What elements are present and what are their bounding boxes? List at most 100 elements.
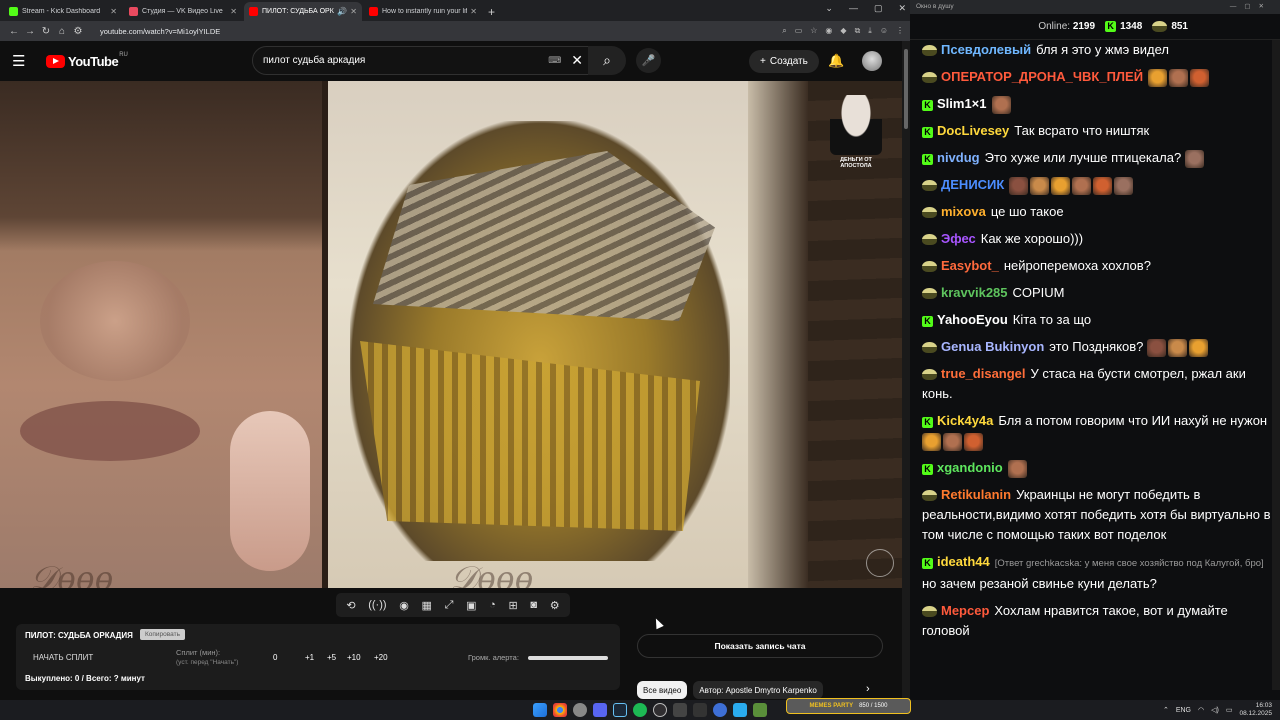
- url-field[interactable]: youtube.com/watch?v=Mi1oylYILDE: [100, 27, 782, 36]
- download-icon[interactable]: ⤓: [868, 26, 872, 36]
- close-tab-icon[interactable]: ✕: [110, 7, 117, 16]
- close-tab-icon[interactable]: ✕: [230, 7, 237, 16]
- site-info-icon[interactable]: ⚙: [70, 26, 86, 37]
- clock[interactable]: 16:03 08.12.2025: [1239, 702, 1272, 718]
- spotify-icon[interactable]: [633, 703, 647, 717]
- chevron-right-icon[interactable]: ›: [866, 683, 870, 695]
- chat-username[interactable]: true_disangel: [941, 366, 1026, 381]
- volume-icon[interactable]: ◁): [1211, 706, 1219, 714]
- extension-icon[interactable]: ◉: [825, 26, 832, 36]
- battery-icon[interactable]: ▭: [1226, 706, 1233, 714]
- close-window-icon[interactable]: ✕: [898, 3, 906, 14]
- chat-username[interactable]: Псевдолевый: [941, 42, 1031, 57]
- forward-icon[interactable]: →: [22, 26, 38, 37]
- reload-icon[interactable]: ↻: [38, 26, 54, 37]
- obs-icon[interactable]: [653, 703, 667, 717]
- audio-icon[interactable]: 🔊: [337, 7, 347, 16]
- account-avatar[interactable]: [862, 51, 882, 71]
- broadcast-icon[interactable]: ((·)): [368, 599, 386, 611]
- resize-icon[interactable]: ⤢: [445, 599, 454, 612]
- search-button[interactable]: ⌕: [588, 46, 626, 75]
- tab-vk-studio[interactable]: Студия — VK Видео Live ✕: [124, 2, 242, 21]
- settings-gear-icon[interactable]: ⚙: [550, 599, 560, 612]
- loop-icon[interactable]: ⟲: [346, 599, 355, 612]
- chat-username[interactable]: xgandonio: [937, 460, 1003, 475]
- chat-scrollbar[interactable]: [1272, 40, 1280, 690]
- tab-kick-dashboard[interactable]: Stream - Kick Dashboard ✕: [4, 2, 122, 21]
- discord-icon[interactable]: [593, 703, 607, 717]
- chrome-icon[interactable]: [553, 703, 567, 717]
- channel-watermark[interactable]: ДЕНЬГИ ОТ АПОСТОЛА: [824, 95, 888, 173]
- increment-button[interactable]: +20: [374, 653, 388, 662]
- app-icon[interactable]: [673, 703, 687, 717]
- tray-chevron-icon[interactable]: ⌃: [1163, 706, 1169, 714]
- chat-username[interactable]: Kick4y4a: [937, 413, 993, 428]
- back-icon[interactable]: ←: [6, 26, 22, 37]
- chat-username[interactable]: Эфес: [941, 231, 976, 246]
- clip-icon[interactable]: ▦: [422, 599, 432, 612]
- chat-username[interactable]: nivdug: [937, 150, 980, 165]
- youtube-logo[interactable]: YouTube RU: [46, 52, 128, 69]
- start-split-button[interactable]: НАЧАТЬ СПЛИТ: [33, 653, 93, 662]
- chat-username[interactable]: ideath44: [937, 554, 990, 569]
- copy-button[interactable]: Копировать: [140, 629, 185, 640]
- chip-all-videos[interactable]: Все видео: [637, 681, 688, 699]
- new-tab-button[interactable]: +: [488, 5, 495, 19]
- alert-volume-slider[interactable]: [528, 656, 608, 660]
- create-button[interactable]: + Создать: [749, 50, 819, 73]
- close-tab-icon[interactable]: ✕: [470, 7, 477, 16]
- chat-username[interactable]: ОПЕРАТОР_ДРОНА_ЧВК_ПЛЕЙ: [941, 69, 1143, 84]
- view-icon[interactable]: ◉: [399, 599, 409, 612]
- chat-username[interactable]: ДЕНИСИК: [941, 177, 1004, 192]
- keyboard-icon[interactable]: ⌨: [548, 55, 561, 66]
- chat-username[interactable]: Genua Bukinyon: [941, 339, 1044, 354]
- increment-button[interactable]: +5: [327, 653, 336, 662]
- extension-icon[interactable]: ⧉: [855, 26, 861, 36]
- clear-search-icon[interactable]: ✕: [571, 52, 583, 69]
- search-query[interactable]: пилот судьба аркадия: [263, 55, 548, 66]
- voice-search-button[interactable]: 🎤: [636, 48, 661, 73]
- chip-author[interactable]: Автор: Apostle Dmytro Karpenko: [693, 681, 823, 699]
- video-player[interactable]: 𝒟ѳѳѳ 𝒟ѳѳѳ ДЕНЬГИ ОТ АПОСТОЛА: [0, 81, 904, 588]
- chat-window-controls[interactable]: —▢✕: [1230, 2, 1272, 10]
- increment-button[interactable]: +10: [347, 653, 361, 662]
- media-player-icon[interactable]: [713, 703, 727, 717]
- chat-username[interactable]: DocLivesey: [937, 123, 1009, 138]
- chat-username[interactable]: mixova: [941, 204, 986, 219]
- page-scrollbar[interactable]: [902, 41, 910, 701]
- tab-search-icon[interactable]: ⌄: [825, 3, 833, 14]
- app-icon[interactable]: [573, 703, 587, 717]
- chat-username[interactable]: kravvik285: [941, 285, 1008, 300]
- home-icon[interactable]: ⌂: [54, 26, 70, 37]
- menu-dots-icon[interactable]: ⋮: [896, 26, 904, 36]
- profile-icon[interactable]: ☺: [880, 26, 888, 36]
- chat-username[interactable]: Мерсер: [941, 603, 989, 618]
- minimize-icon[interactable]: —: [849, 3, 858, 14]
- bookmark-star-icon[interactable]: ☆: [810, 26, 817, 36]
- chat-username[interactable]: Easybot_: [941, 258, 999, 273]
- wifi-icon[interactable]: ◠: [1198, 706, 1204, 714]
- chat-username[interactable]: Slim1×1: [937, 96, 987, 111]
- tab-youtube-ruin[interactable]: How to instantly ruin your life ✕: [364, 2, 482, 21]
- notifications-bell-icon[interactable]: 🔔: [828, 53, 844, 69]
- memes-party-widget[interactable]: MEMES PARTY 850 / 1500: [786, 698, 911, 714]
- increment-button[interactable]: +1: [305, 653, 314, 662]
- search-input[interactable]: пилот судьба аркадия ⌨ ✕: [252, 46, 594, 75]
- close-tab-icon[interactable]: ✕: [350, 7, 357, 16]
- telegram-icon[interactable]: [733, 703, 747, 717]
- add-icon[interactable]: ⊞: [508, 599, 517, 612]
- cast-icon[interactable]: ▭: [795, 26, 803, 36]
- screenshot-camera-icon[interactable]: ◙: [530, 599, 537, 611]
- split-minutes-value[interactable]: 0: [273, 653, 277, 662]
- app-icon[interactable]: [693, 703, 707, 717]
- chat-username[interactable]: YahooEyou: [937, 312, 1008, 327]
- hamburger-menu-icon[interactable]: ☰: [12, 52, 36, 70]
- windows-start-icon[interactable]: [533, 703, 547, 717]
- show-chat-replay-button[interactable]: Показать запись чата: [637, 634, 883, 658]
- speed-gauge-icon[interactable]: ◔: [489, 599, 496, 611]
- pip-icon[interactable]: ▣: [466, 599, 476, 612]
- maximize-icon[interactable]: ▢: [874, 3, 883, 14]
- steam-icon[interactable]: [613, 703, 627, 717]
- scrollbar-thumb[interactable]: [904, 49, 908, 129]
- extension-icon[interactable]: ◆: [840, 26, 846, 36]
